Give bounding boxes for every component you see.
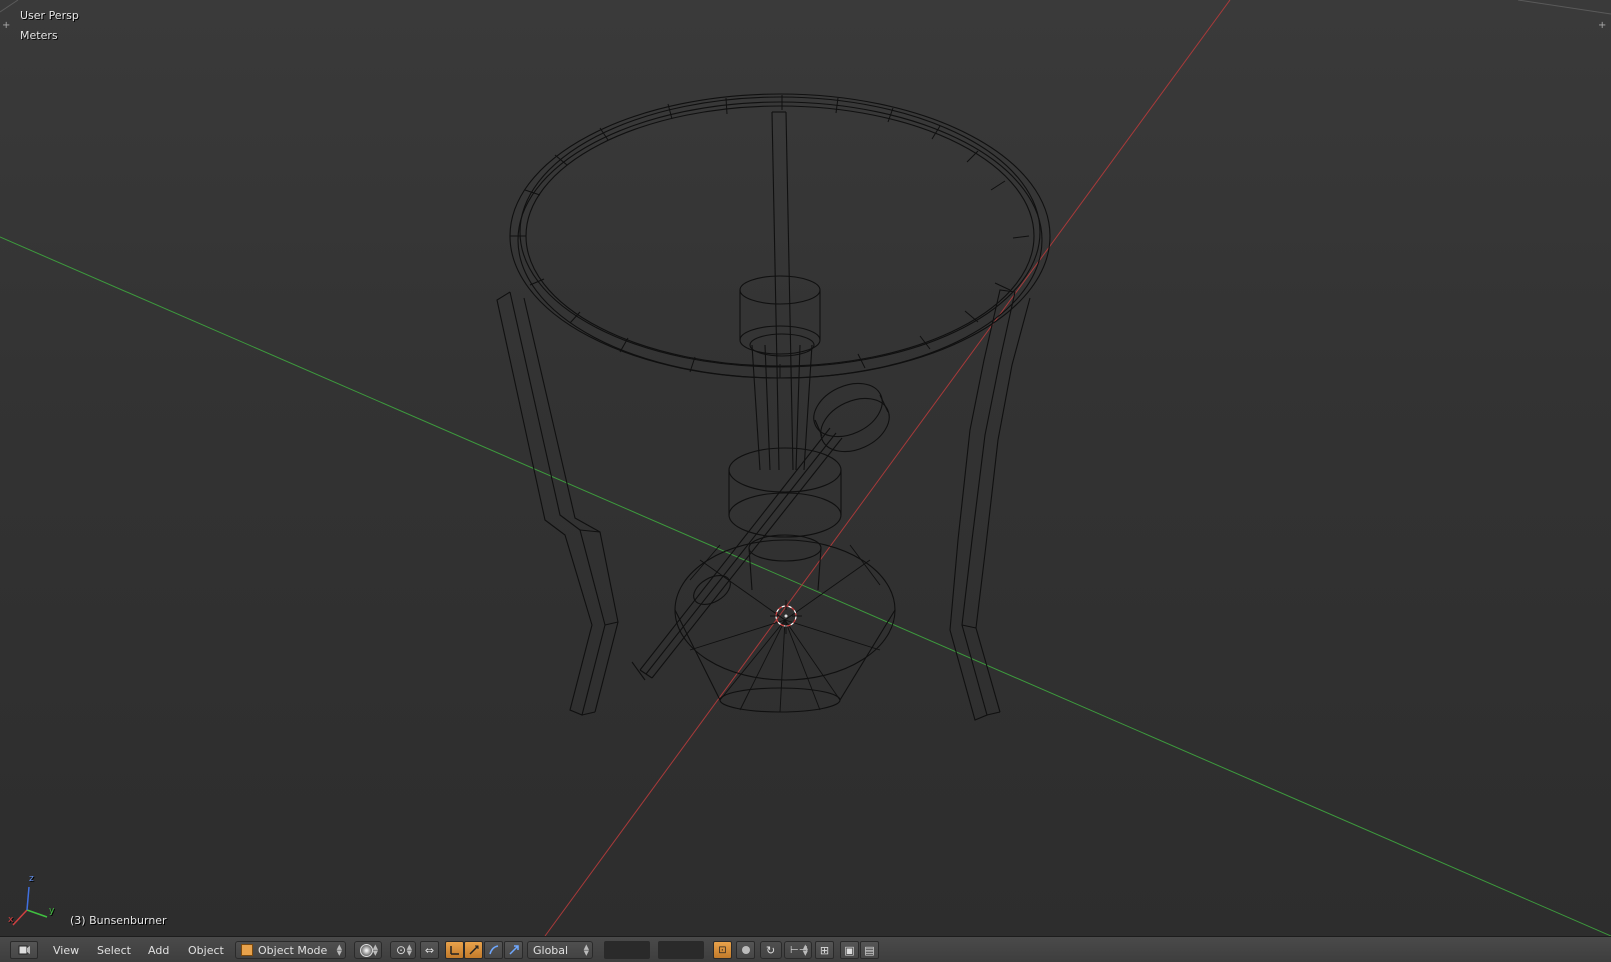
y-axis-line xyxy=(0,236,1611,936)
scene-layers[interactable] xyxy=(658,941,704,959)
proportional-edit-icon: ↻ xyxy=(766,943,776,957)
bunsenburner-wireframe[interactable] xyxy=(496,93,1051,721)
camera-render-icon[interactable]: ▣ xyxy=(840,941,859,959)
pivot-point-icon: ⊙ xyxy=(396,943,407,957)
dropdown-arrows-icon: ▲ ▼ xyxy=(336,943,342,957)
manipulator-icon[interactable]: ⇔ xyxy=(420,941,439,959)
lock-layers-icon[interactable]: ⊡ xyxy=(713,941,732,959)
dropdown-arrows-icon: ▲ ▼ xyxy=(583,943,589,957)
menu-view[interactable]: View xyxy=(49,941,83,959)
corner-split-line xyxy=(0,0,19,13)
blender-window: User Persp Meters (3) Bunsenburner x y z… xyxy=(0,0,1611,962)
x-axis-line xyxy=(544,0,1231,936)
snap-target-icon[interactable]: ⊞ xyxy=(815,941,834,959)
3d-view-header: View Select Add Object Object Mode ▲ ▼ ▲ ▼… xyxy=(0,936,1611,962)
orientation-dropdown[interactable]: Global ▲ ▼ xyxy=(527,941,593,959)
corner-split-line xyxy=(1517,0,1611,15)
menu-object[interactable]: Object xyxy=(184,941,228,959)
render-layer-icon[interactable] xyxy=(736,941,755,959)
pivot-point-dropdown[interactable]: ⊙ ▲ ▼ xyxy=(390,941,416,959)
view-units-label: Meters xyxy=(20,29,58,42)
proportional-edit-dropdown[interactable]: ↻ xyxy=(760,941,782,959)
viewport-shading-dropdown[interactable]: ▲ ▼ xyxy=(354,941,382,959)
scale-arrow-icon[interactable] xyxy=(504,941,523,959)
orientation-label: Global xyxy=(533,943,569,957)
3d-cursor[interactable] xyxy=(770,600,802,634)
viewport-shading-icon xyxy=(360,943,373,957)
translate-icon[interactable] xyxy=(445,941,464,959)
dropdown-arrows-icon: ▲ ▼ xyxy=(372,943,378,957)
axis-gizmo xyxy=(12,886,48,926)
rotate-icon[interactable] xyxy=(464,941,483,959)
viewport-scene[interactable] xyxy=(0,0,1611,936)
menu-select[interactable]: Select xyxy=(93,941,135,959)
gizmo-x-label: x xyxy=(8,915,14,925)
dropdown-arrows-icon: ▲ ▼ xyxy=(802,943,808,957)
area-corner-plus-icon[interactable]: + xyxy=(1598,20,1606,31)
area-corner-plus-icon[interactable]: + xyxy=(2,20,10,31)
mode-dropdown[interactable]: Object Mode ▲ ▼ xyxy=(235,941,346,959)
mode-label: Object Mode xyxy=(258,943,328,957)
snap-element-dropdown[interactable]: ⊢⊣ ▲ ▼ xyxy=(784,941,812,959)
active-object-label: (3) Bunsenburner xyxy=(70,914,167,927)
scale-icon[interactable] xyxy=(484,941,503,959)
scene-layers[interactable] xyxy=(604,941,650,959)
object-mode-cube-icon xyxy=(241,944,253,956)
gizmo-y-label: y xyxy=(49,906,55,916)
3d-viewport[interactable]: User Persp Meters (3) Bunsenburner x y z… xyxy=(0,0,1611,936)
3d-view-icon[interactable] xyxy=(10,941,38,959)
view-name-label: User Persp xyxy=(20,9,79,22)
gizmo-z-label: z xyxy=(29,874,34,884)
clapper-render-icon[interactable]: ▤ xyxy=(860,941,879,959)
menu-add[interactable]: Add xyxy=(144,941,173,959)
dropdown-arrows-icon: ▲ ▼ xyxy=(406,943,412,957)
